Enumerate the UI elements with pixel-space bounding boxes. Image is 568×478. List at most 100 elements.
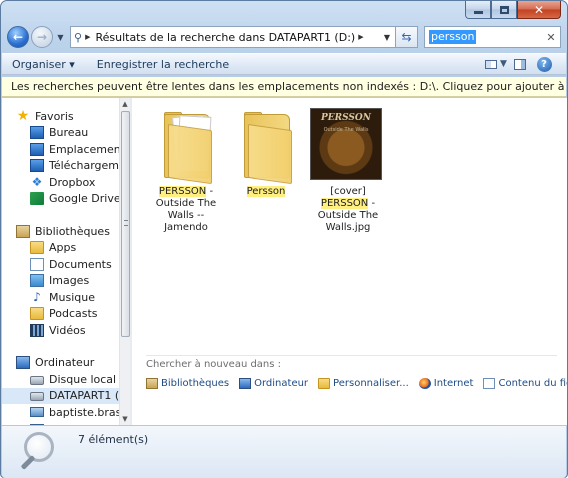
- custom-folder-icon: [318, 378, 331, 389]
- toolbar-right: ▼ ?: [484, 55, 566, 73]
- nav-label: Vidéos: [49, 323, 86, 337]
- nav-item-bureau[interactable]: Bureau: [2, 125, 119, 142]
- breadcrumb-separator-icon[interactable]: ▶: [85, 33, 90, 41]
- address-bar[interactable]: ⚲ ▶ Résultats de la recherche dans DATAP…: [70, 26, 396, 48]
- nav-item-google-drive[interactable]: Google Drive: [2, 191, 119, 208]
- nav-item-videos[interactable]: Vidéos: [2, 322, 119, 339]
- scroll-down-icon[interactable]: ▼: [120, 413, 130, 425]
- item-count: 7 élément(s): [78, 433, 149, 446]
- nav-favorites[interactable]: ★ Favoris: [2, 108, 119, 125]
- navigation-bar: ← → ▼ ⚲ ▶ Résultats de la recherche dans…: [7, 25, 561, 49]
- cover-title: PERSSON: [321, 113, 371, 123]
- search-again-file-contents[interactable]: Contenu du fichier: [483, 378, 567, 389]
- videos-icon: [30, 323, 44, 337]
- refresh-button[interactable]: ⇆: [396, 26, 418, 48]
- nav-item-network-drive[interactable]: baptiste.brassart: [2, 404, 119, 421]
- command-bar: Organiser ▾ Enregistrer la recherche ▼ ?: [2, 53, 566, 75]
- drive-icon: [30, 375, 44, 385]
- details-pane: 7 élément(s): [2, 425, 566, 478]
- search-again-list: Bibliothèques Ordinateur Personnaliser..…: [146, 378, 567, 389]
- search-again-label: Contenu du fichier: [498, 378, 567, 389]
- maximize-button[interactable]: [491, 1, 517, 19]
- clear-search-icon[interactable]: ✕: [542, 31, 560, 44]
- nav-label: Musique: [49, 290, 95, 304]
- results-pane: PERSSON - Outside The Walls -- Jamendo P…: [132, 98, 567, 425]
- arrow-left-icon: ←: [12, 30, 24, 44]
- nav-item-images[interactable]: Images: [2, 273, 119, 290]
- result-item[interactable]: Persson: [226, 108, 306, 198]
- history-dropdown[interactable]: ▼: [55, 33, 66, 42]
- forward-button[interactable]: →: [31, 26, 53, 48]
- save-search-button[interactable]: Enregistrer la recherche: [97, 58, 229, 71]
- nav-item-drive-d[interactable]: DATAPART1 (D:): [2, 387, 119, 404]
- index-info-bar[interactable]: Les recherches peuvent être lentes dans …: [2, 77, 566, 97]
- nav-label: Téléchargement: [49, 159, 119, 173]
- nav-item-drive-c[interactable]: Disque local (C:): [2, 371, 119, 388]
- pictures-icon: [30, 274, 44, 288]
- folder-icon: [30, 307, 44, 321]
- search-again-label: Personnaliser...: [333, 378, 409, 389]
- caption-buttons: ✕: [465, 1, 561, 21]
- back-button[interactable]: ←: [7, 26, 29, 48]
- maximize-icon: [499, 5, 509, 14]
- nav-label: Favoris: [35, 109, 74, 123]
- search-query[interactable]: persson: [429, 30, 477, 44]
- google-drive-icon: [30, 192, 44, 206]
- minimize-icon: [473, 10, 483, 14]
- nav-libraries[interactable]: Bibliothèques: [2, 223, 119, 240]
- search-again-computer[interactable]: Ordinateur: [239, 378, 308, 389]
- libraries-icon: [146, 378, 158, 389]
- search-again-label: Bibliothèques: [161, 378, 230, 389]
- browser-icon: [418, 378, 431, 389]
- chevron-right-icon[interactable]: ▶: [358, 33, 363, 41]
- explorer-window: ✕ ← → ▼ ⚲ ▶ Résultats de la recherche da…: [0, 0, 568, 478]
- scroll-thumb[interactable]: [121, 111, 130, 337]
- chevron-down-icon[interactable]: ▼: [379, 33, 395, 42]
- result-item[interactable]: PERSSON Outside The Walls [cover] PERSSO…: [308, 108, 388, 234]
- nav-label: Bibliothèques: [35, 224, 110, 238]
- preview-pane-button[interactable]: [508, 55, 532, 73]
- nav-item-dropbox[interactable]: ❖ Dropbox: [2, 174, 119, 191]
- search-again-custom[interactable]: Personnaliser...: [318, 378, 409, 389]
- grip-icon: [124, 220, 128, 226]
- preview-pane-icon: [514, 58, 526, 70]
- result-item[interactable]: PERSSON - Outside The Walls -- Jamendo: [146, 108, 226, 234]
- nav-label: Dropbox: [49, 175, 96, 189]
- close-icon: ✕: [533, 2, 545, 17]
- refresh-icon: ⇆: [401, 30, 412, 44]
- search-again-internet[interactable]: Internet: [418, 378, 473, 389]
- nav-scrollbar[interactable]: ▲ ▼: [119, 98, 130, 425]
- nav-item-podcasts[interactable]: Podcasts: [2, 306, 119, 323]
- nav-computer[interactable]: Ordinateur: [2, 355, 119, 372]
- breadcrumb[interactable]: Résultats de la recherche dans DATAPART1…: [95, 31, 355, 44]
- nav-item-music[interactable]: ♪ Musique: [2, 289, 119, 306]
- close-button[interactable]: ✕: [517, 1, 561, 19]
- desktop-icon: [30, 126, 44, 140]
- computer-icon: [16, 356, 30, 370]
- nav-item-downloads[interactable]: Téléchargement: [2, 158, 119, 175]
- chevron-down-icon: ▼: [500, 59, 507, 69]
- dropbox-icon: ❖: [31, 174, 43, 189]
- nav-label: Google Drive: [49, 192, 119, 206]
- folder-icon: [226, 108, 306, 185]
- scroll-up-icon[interactable]: ▲: [120, 98, 130, 110]
- nav-label: Images: [49, 274, 90, 288]
- search-again-libraries[interactable]: Bibliothèques: [146, 378, 229, 389]
- info-bar-message[interactable]: Les recherches peuvent être lentes dans …: [11, 80, 566, 93]
- nav-label: Apps: [49, 241, 77, 255]
- organize-button[interactable]: Organiser ▾: [12, 58, 75, 71]
- help-button[interactable]: ?: [532, 55, 556, 73]
- nav-label: Podcasts: [49, 307, 98, 321]
- nav-label: Documents: [49, 257, 112, 271]
- album-cover-image: PERSSON Outside The Walls: [310, 108, 382, 180]
- nav-item-apps[interactable]: Apps: [2, 240, 119, 257]
- nav-item-documents[interactable]: Documents: [2, 256, 119, 273]
- search-input[interactable]: persson ✕: [424, 26, 561, 48]
- image-thumbnail: PERSSON Outside The Walls: [308, 108, 388, 182]
- nav-label: baptiste.brassart: [49, 405, 119, 419]
- minimize-button[interactable]: [465, 1, 491, 19]
- network-drive-icon: [30, 407, 44, 418]
- nav-item-recent-places[interactable]: Emplacements r: [2, 141, 119, 158]
- change-view-button[interactable]: ▼: [484, 55, 508, 73]
- cover-subtitle: Outside The Walls: [323, 127, 369, 133]
